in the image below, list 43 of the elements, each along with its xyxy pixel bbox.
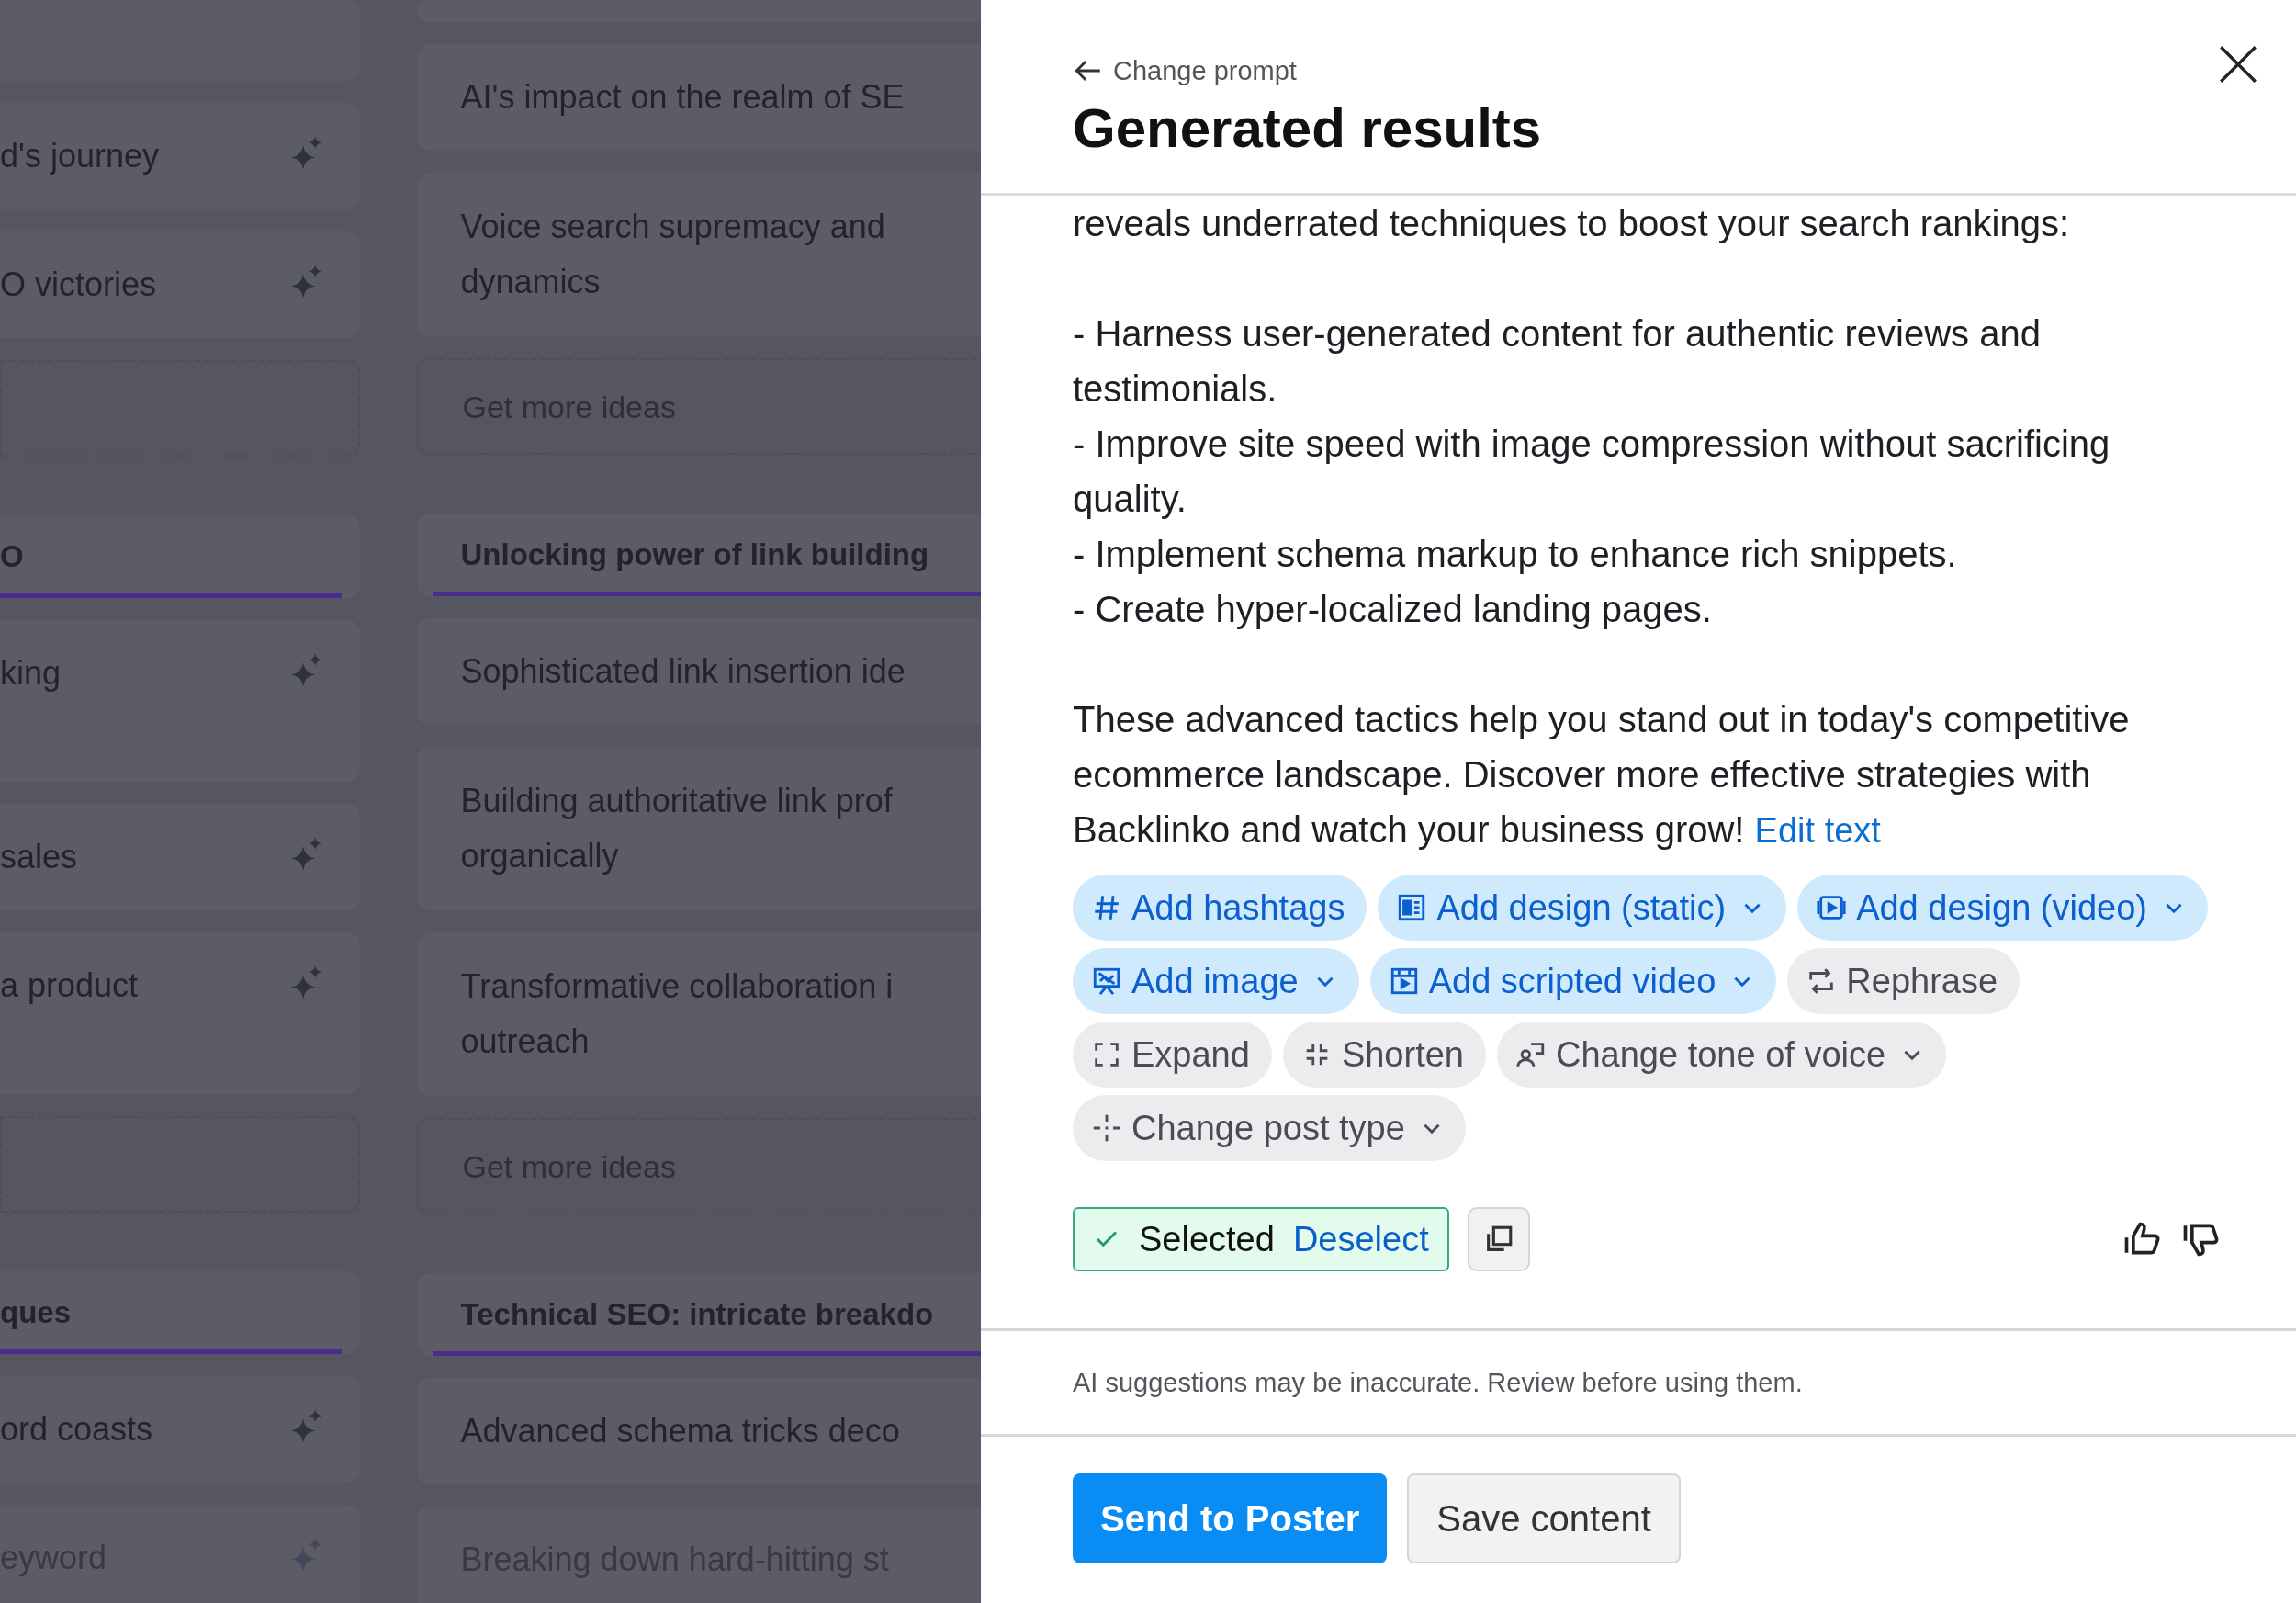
idea-text: sales <box>0 837 78 877</box>
disclaimer-text: AI suggestions may be inaccurate. Review before using them. <box>1073 1367 1803 1398</box>
action-chip[interactable]: Rephrase <box>1787 948 2020 1014</box>
edit-text-link[interactable]: Edit text <box>1754 811 1881 850</box>
bullet-text: - Implement schema markup to enhance rich snippets. <box>1073 533 1958 576</box>
copy-button[interactable] <box>1467 1207 1530 1271</box>
idea-text: ques <box>0 1294 72 1331</box>
send-button[interactable]: Send to Poster <box>1073 1473 1388 1563</box>
idea-text: O victories <box>0 265 157 305</box>
action-chip[interactable]: Change post type <box>1073 1095 1466 1161</box>
idea-text: ord coasts <box>0 1409 153 1450</box>
result-text: reveals underrated techniques to boost your search rankings: <box>1073 202 2071 245</box>
column-title: Unlocking power of link building <box>460 536 929 573</box>
action-chip[interactable]: Change tone of voice <box>1497 1022 1947 1088</box>
action-chip[interactable]: Add scripted video <box>1369 948 1777 1014</box>
idea-text: Building authoritative link prof organically <box>460 781 893 876</box>
column-title: Technical SEO: intricate breakdo <box>460 1296 934 1333</box>
result-text: These advanced tactics help you stand out in today's competitive ecommerce landscape. Discover more effective strategies with Backlinko and watch your business grow! Edit text <box>1073 698 2131 852</box>
action-chip[interactable]: Shorten <box>1282 1022 1486 1088</box>
crosshair-icon <box>1091 1112 1122 1144</box>
panel-title: Generated results <box>1073 96 1543 161</box>
image-icon <box>1091 965 1122 997</box>
idea-text: Voice search supremacy and dynamics <box>460 207 885 302</box>
action-chip[interactable]: Add design (static) <box>1378 875 1787 941</box>
idea-text: a product <box>0 965 139 1006</box>
bullet-text: - Create hyper-localized landing pages. <box>1073 588 1713 631</box>
idea-text: AI's impact on the realm of SE <box>460 77 905 118</box>
deselect-link[interactable]: Deselect <box>1292 1219 1429 1259</box>
selected-label: Selected <box>1139 1219 1275 1259</box>
change-prompt-link[interactable]: Change prompt <box>1073 55 1297 86</box>
bullet-text: - Improve site speed with image compression without sacrificing quality. <box>1073 423 2111 521</box>
save-button[interactable]: Save content <box>1407 1473 1681 1563</box>
idea-text: d's journey <box>0 136 159 176</box>
action-chip[interactable]: Add image <box>1073 948 1359 1014</box>
idea-text: Advanced schema tricks deco <box>460 1411 900 1451</box>
action-chip[interactable]: Add hashtags <box>1073 875 1367 941</box>
bullet-text: - Harness user-generated content for authentic reviews and testimonials. <box>1073 312 2042 411</box>
idea-text: Sophisticated link insertion ide <box>460 651 906 692</box>
action-chip[interactable]: Expand <box>1073 1022 1272 1088</box>
idea-text: O <box>0 538 24 575</box>
idea-text: king <box>0 653 62 694</box>
action-chip[interactable]: Add design (video) <box>1797 875 2208 941</box>
idea-text: Transformative collaboration i outreach <box>460 966 894 1062</box>
